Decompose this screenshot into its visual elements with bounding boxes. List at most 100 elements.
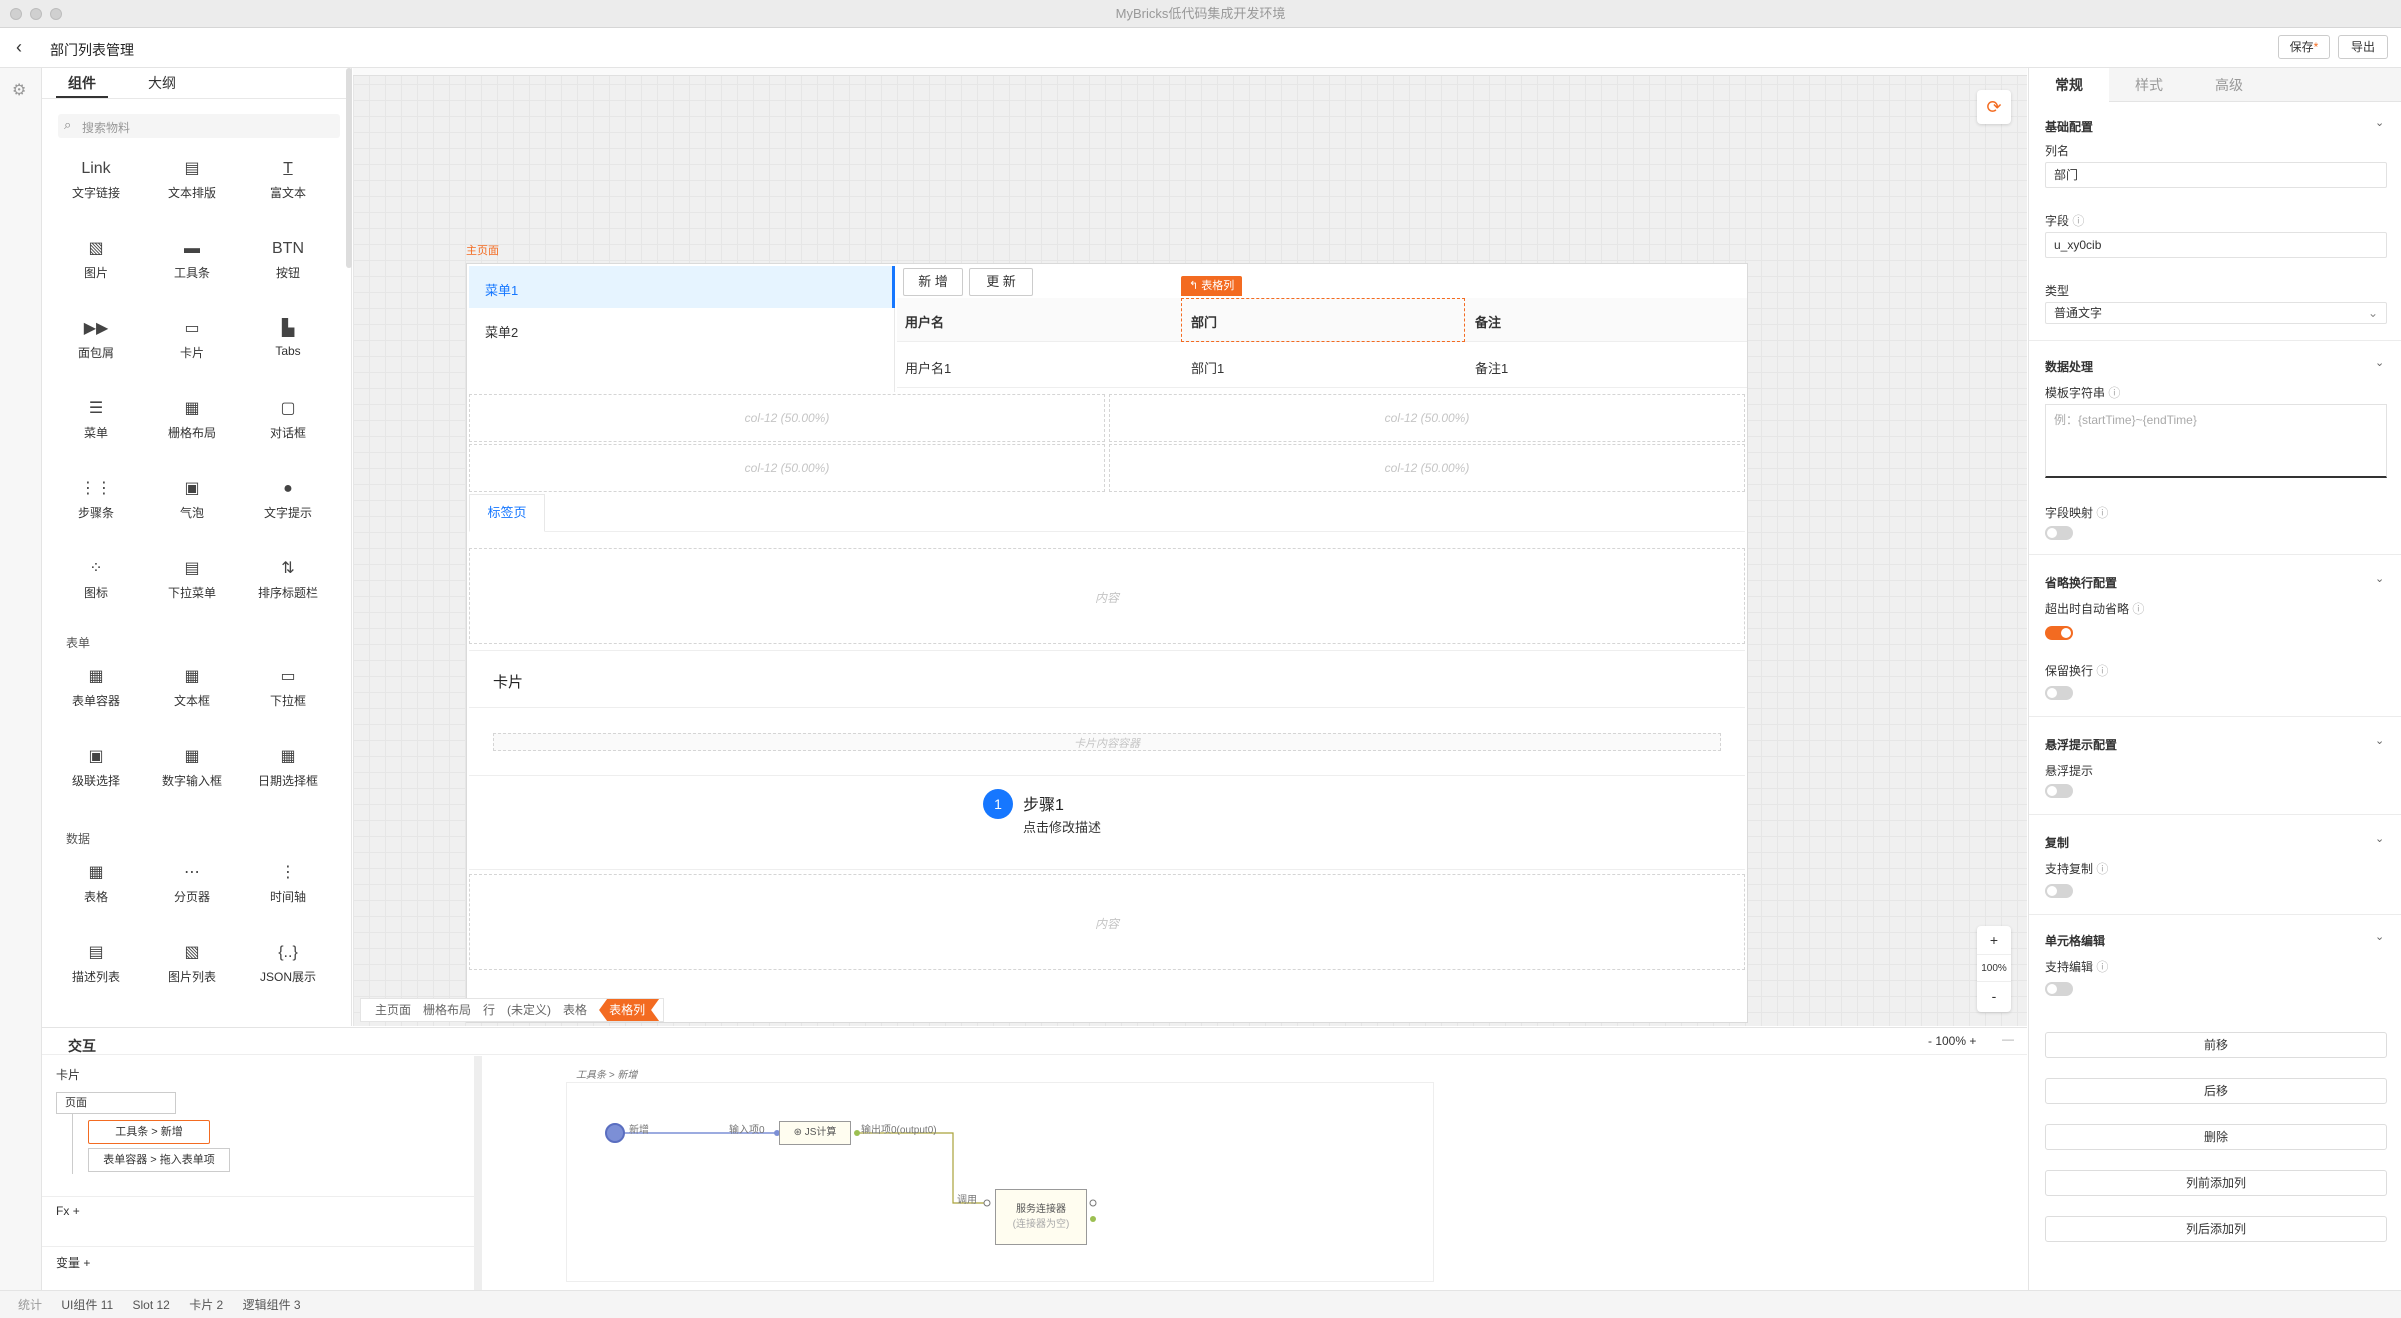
component-item[interactable]: ⋮⋮ 步骤条 <box>48 466 144 538</box>
copy-toggle[interactable] <box>2045 884 2073 898</box>
breadcrumb-item[interactable]: 栅格布局 <box>423 1003 471 1017</box>
component-item[interactable]: ▢ 对话框 <box>240 386 336 458</box>
service-connector-node[interactable]: 服务连接器 (连接器为空) <box>995 1189 1087 1245</box>
tab-item[interactable]: 标签页 <box>469 494 545 532</box>
grid-col[interactable]: col-12 (50.00%) <box>1109 444 1745 492</box>
js-node[interactable]: ⊛ JS计算 <box>779 1121 851 1145</box>
menu-item-2[interactable]: 菜单2 <box>469 308 895 350</box>
step-number[interactable]: 1 <box>983 789 1013 819</box>
refresh-icon[interactable]: ⟳ <box>1977 90 2011 124</box>
add-column-before-button[interactable]: 列前添加列 <box>2045 1170 2387 1196</box>
component-item[interactable]: ▦ 数字输入框 <box>144 734 240 806</box>
component-item[interactable]: Link 文字链接 <box>48 146 144 218</box>
keep-wrap-toggle[interactable] <box>2045 686 2073 700</box>
component-item[interactable]: {..} JSON展示 <box>240 930 336 1002</box>
field-map-toggle[interactable] <box>2045 526 2073 540</box>
component-item[interactable]: ⋮ 时间轴 <box>240 850 336 922</box>
tooltip-toggle[interactable] <box>2045 784 2073 798</box>
table-column-tag[interactable]: ↰ 表格列 <box>1181 276 1243 296</box>
breadcrumb-item[interactable]: 表格 <box>563 1003 587 1017</box>
component-item[interactable]: ▣ 气泡 <box>144 466 240 538</box>
auto-ellipsis-toggle[interactable] <box>2045 626 2073 640</box>
start-node[interactable] <box>605 1123 625 1143</box>
component-item[interactable]: ☰ 菜单 <box>48 386 144 458</box>
component-item[interactable]: ▦ 表格 <box>48 850 144 922</box>
tab-content-slot[interactable]: 内容 <box>469 548 1745 644</box>
minimize-icon[interactable]: — <box>2002 1032 2014 1046</box>
component-item[interactable]: ⋯ 分页器 <box>144 850 240 922</box>
chevron-down-icon[interactable]: ⌄ <box>2375 930 2384 943</box>
component-item[interactable]: ▤ 下拉菜单 <box>144 546 240 618</box>
component-item[interactable]: ▣ 级联选择 <box>48 734 144 806</box>
chevron-left-icon[interactable]: ‹ <box>16 37 22 58</box>
menu-item-1[interactable]: 菜单1 <box>469 266 895 308</box>
add-column-after-button[interactable]: 列后添加列 <box>2045 1216 2387 1242</box>
tab-components[interactable]: 组件 <box>56 68 108 98</box>
component-item[interactable]: ⇅ 排序标题栏 <box>240 546 336 618</box>
component-item[interactable]: ▬ 工具条 <box>144 226 240 298</box>
component-item[interactable]: ▭ 卡片 <box>144 306 240 378</box>
card-content-slot[interactable]: 卡片内容容器 <box>493 733 1721 751</box>
search-box[interactable]: ⌕ 搜索物料 <box>58 114 340 138</box>
export-button[interactable]: 导出 <box>2338 35 2388 59</box>
tab-outline[interactable]: 大纲 <box>122 68 202 98</box>
component-item[interactable]: ⁘ 图标 <box>48 546 144 618</box>
grid-col[interactable]: col-12 (50.00%) <box>469 444 1105 492</box>
component-item[interactable]: ▶▶ 面包屑 <box>48 306 144 378</box>
move-backward-button[interactable]: 后移 <box>2045 1078 2387 1104</box>
component-item[interactable]: BTN 按钮 <box>240 226 336 298</box>
panel-scrollbar[interactable] <box>346 68 352 268</box>
tab-style[interactable]: 样式 <box>2109 68 2189 102</box>
field-input[interactable]: u_xy0cib <box>2045 232 2387 258</box>
tree-root[interactable]: 页面 <box>56 1092 176 1114</box>
chevron-down-icon[interactable]: ⌄ <box>2375 356 2384 369</box>
component-item[interactable]: ▦ 日期选择框 <box>240 734 336 806</box>
component-item[interactable]: ▦ 表单容器 <box>48 654 144 726</box>
grid-col[interactable]: col-12 (50.00%) <box>469 394 1105 442</box>
component-item[interactable]: ● 文字提示 <box>240 466 336 538</box>
plugin-icon[interactable]: ⚙ <box>12 80 26 100</box>
breadcrumb-item[interactable]: 主页面 <box>375 1003 411 1017</box>
zoom-out-button[interactable]: - <box>1977 982 2011 1010</box>
add-icon[interactable]: + <box>83 1256 90 1270</box>
template-textarea[interactable]: 例：{startTime}~{endTime} <box>2045 404 2387 478</box>
zoom-in-button[interactable]: + <box>1977 926 2011 954</box>
save-button[interactable]: 保存* <box>2278 35 2330 59</box>
flow-canvas[interactable]: 新增 输入项0 ⊛ JS计算 输出项0(output0) 调用 服务连接器 (连… <box>566 1082 1434 1282</box>
component-item[interactable]: ▭ 下拉框 <box>240 654 336 726</box>
edit-toggle[interactable] <box>2045 982 2073 996</box>
tab-general[interactable]: 常规 <box>2029 68 2109 102</box>
component-item[interactable]: ▤ 描述列表 <box>48 930 144 1002</box>
move-forward-button[interactable]: 前移 <box>2045 1032 2387 1058</box>
chevron-down-icon[interactable]: ⌄ <box>2375 572 2384 585</box>
tree-item-selected[interactable]: 工具条 > 新增 <box>88 1120 210 1144</box>
minimize-window-button[interactable] <box>30 8 42 20</box>
selected-table-column[interactable] <box>1181 298 1465 342</box>
tab-advanced[interactable]: 高级 <box>2189 68 2269 102</box>
add-icon[interactable]: + <box>73 1204 80 1218</box>
component-item[interactable]: ▤ 文本排版 <box>144 146 240 218</box>
component-item[interactable]: ▧ 图片列表 <box>144 930 240 1002</box>
update-button[interactable]: 更 新 <box>969 268 1033 296</box>
col-name-input[interactable]: 部门 <box>2045 162 2387 188</box>
component-item[interactable]: ▧ 图片 <box>48 226 144 298</box>
component-item[interactable]: ▦ 文本框 <box>144 654 240 726</box>
type-select[interactable]: 普通文字 ⌄ <box>2045 302 2387 324</box>
maximize-window-button[interactable] <box>50 8 62 20</box>
breadcrumb-current[interactable]: 表格列 <box>599 999 659 1021</box>
interaction-zoom[interactable]: - 100% + <box>1928 1034 1976 1048</box>
component-item[interactable]: ▦ 栅格布局 <box>144 386 240 458</box>
chevron-down-icon[interactable]: ⌄ <box>2375 832 2384 845</box>
chevron-down-icon[interactable]: ⌄ <box>2375 734 2384 747</box>
breadcrumb-item[interactable]: (未定义) <box>507 1003 551 1017</box>
select-parent-icon[interactable]: ↰ <box>1189 280 1201 292</box>
chevron-down-icon[interactable]: ⌄ <box>2375 116 2384 129</box>
add-button[interactable]: 新 增 <box>903 268 963 296</box>
close-window-button[interactable] <box>10 8 22 20</box>
delete-button[interactable]: 删除 <box>2045 1124 2387 1150</box>
content-slot[interactable]: 内容 <box>469 874 1745 970</box>
grid-col[interactable]: col-12 (50.00%) <box>1109 394 1745 442</box>
tree-item[interactable]: 表单容器 > 拖入表单项 <box>88 1148 230 1172</box>
splitter[interactable] <box>474 1056 482 1291</box>
component-item[interactable]: T̲ 富文本 <box>240 146 336 218</box>
